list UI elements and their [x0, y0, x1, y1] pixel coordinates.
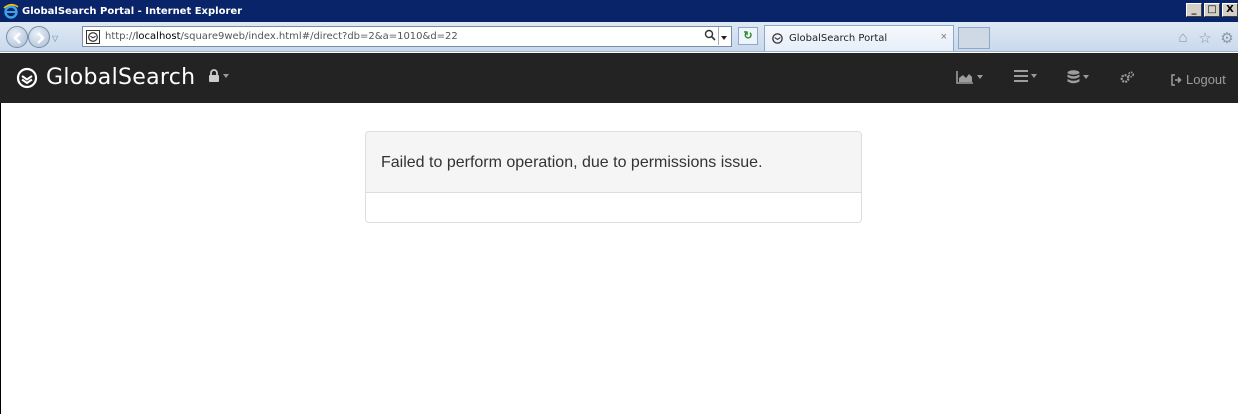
new-tab-button[interactable]: [958, 27, 990, 49]
caret-down-icon: [1083, 75, 1089, 79]
logout-button[interactable]: Logout: [1170, 72, 1226, 87]
browser-tab[interactable]: GlobalSearch Portal ×: [764, 25, 954, 51]
caret-down-icon: [223, 73, 229, 78]
globalsearch-logo-icon: [16, 67, 38, 88]
forward-arrow-icon: [37, 32, 45, 44]
address-bar[interactable]: http://localhost/square9web/index.html#/…: [82, 26, 732, 47]
site-favicon-icon: [86, 30, 100, 44]
chevron-down-icon: [721, 36, 727, 40]
search-icon[interactable]: [704, 29, 716, 41]
database-menu[interactable]: [1067, 70, 1089, 84]
address-url: http://localhost/square9web/index.html#/…: [105, 31, 458, 42]
close-button[interactable]: X: [1222, 3, 1238, 17]
error-message: Failed to perform operation, due to perm…: [381, 154, 763, 171]
minimize-button[interactable]: _: [1186, 3, 1202, 17]
site-favicon-icon: [772, 33, 783, 44]
cogs-icon: [1120, 71, 1135, 83]
brand-name: GlobalSearch: [46, 65, 196, 90]
brand[interactable]: GlobalSearch: [16, 65, 195, 90]
refresh-button[interactable]: ↻: [738, 27, 758, 45]
logout-label: Logout: [1186, 72, 1226, 87]
error-panel: Failed to perform operation, due to perm…: [365, 131, 862, 223]
browser-toolbar: ▽ http://localhost/square9web/index.html…: [0, 22, 1238, 52]
list-menu[interactable]: [1014, 70, 1037, 82]
internet-explorer-icon: [3, 3, 19, 19]
address-dropdown-button[interactable]: [718, 27, 730, 45]
database-icon: [1067, 70, 1080, 84]
security-menu[interactable]: [208, 69, 229, 82]
forward-button[interactable]: [28, 26, 50, 48]
window-title: GlobalSearch Portal - Internet Explorer: [22, 5, 243, 17]
reports-menu[interactable]: [956, 70, 983, 84]
window-left-border: [0, 103, 1, 414]
tab-close-icon[interactable]: ×: [941, 31, 947, 43]
area-chart-icon: [956, 71, 973, 84]
tab-label: GlobalSearch Portal: [789, 33, 888, 44]
list-icon: [1014, 70, 1028, 82]
history-dropdown-icon[interactable]: ▽: [52, 34, 58, 43]
error-panel-body: [366, 193, 861, 222]
gear-icon[interactable]: ⚙: [1216, 29, 1238, 47]
app-navbar: GlobalSearch Logout: [0, 53, 1238, 103]
error-panel-heading: Failed to perform operation, due to perm…: [366, 132, 861, 193]
back-arrow-icon: [13, 32, 21, 44]
home-icon[interactable]: ⌂: [1172, 29, 1194, 47]
lock-icon: [209, 69, 219, 82]
favorites-star-icon[interactable]: ☆: [1194, 29, 1216, 47]
maximize-button[interactable]: □: [1204, 3, 1220, 17]
window-controls: _ □ X: [1184, 3, 1238, 17]
settings-button[interactable]: [1120, 71, 1135, 84]
sign-out-icon: [1171, 73, 1182, 86]
caret-down-icon: [1031, 74, 1037, 78]
browser-tools: ⌂ ☆ ⚙: [1172, 29, 1238, 47]
back-button[interactable]: [6, 26, 28, 48]
window-title-bar[interactable]: GlobalSearch Portal - Internet Explorer …: [0, 0, 1238, 22]
caret-down-icon: [977, 75, 983, 79]
